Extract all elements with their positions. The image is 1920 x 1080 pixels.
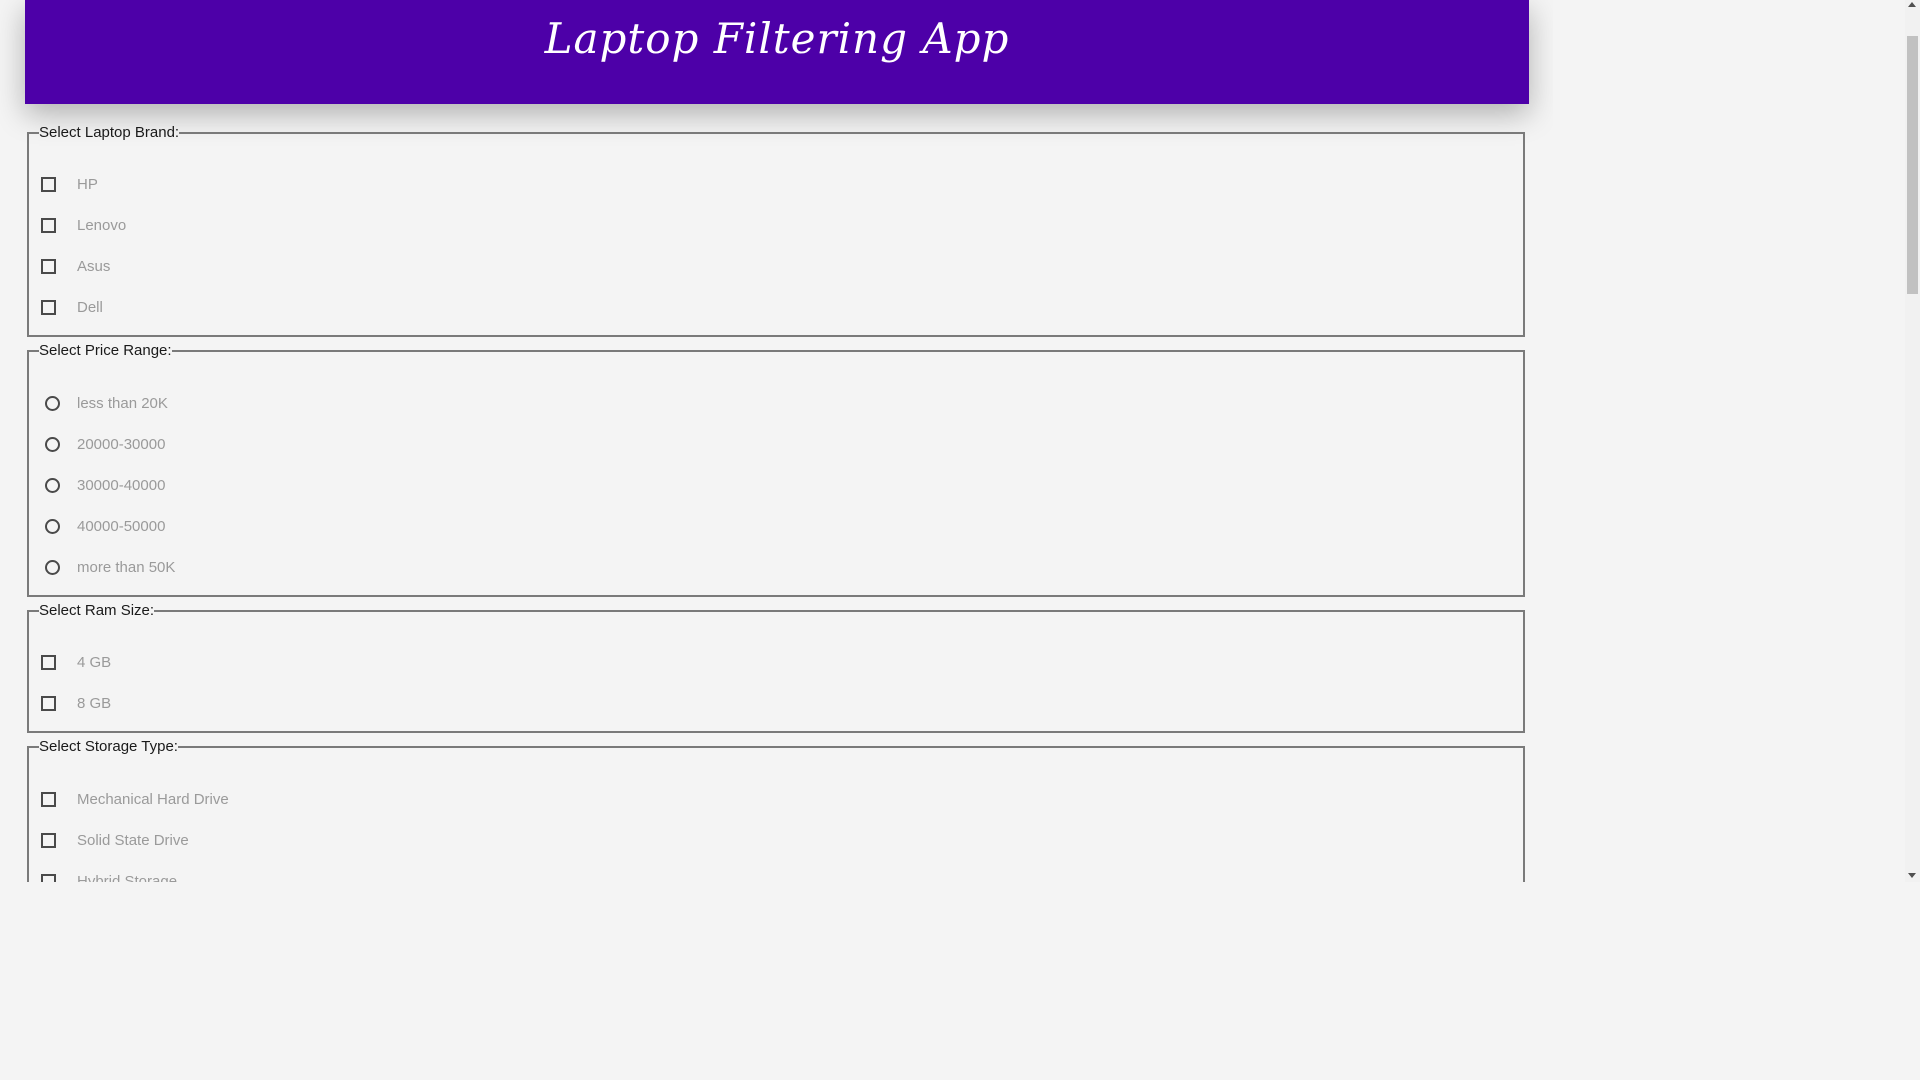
scroll-down-arrow-icon[interactable] [1908, 873, 1916, 878]
hybrid-label: Hybrid Storage [77, 872, 178, 883]
ram-option-4gb[interactable]: 4 GB [41, 652, 111, 672]
lt20k-label: less than 20K [77, 394, 168, 412]
8gb-label: 8 GB [77, 694, 112, 712]
40-50k-label: 40000-50000 [77, 517, 166, 535]
30-40k-label: 30000-40000 [77, 476, 166, 494]
price-option-30-40k[interactable]: 30000-40000 [41, 475, 165, 495]
20-30k-radio[interactable] [45, 436, 60, 452]
brand-option-asus[interactable]: Asus [41, 256, 110, 276]
storage-option-hdd[interactable]: Mechanical Hard Drive [41, 789, 229, 809]
price-option-40-50k[interactable]: 40000-50000 [41, 516, 165, 536]
price-option-lt20k[interactable]: less than 20K [41, 393, 168, 413]
price-fieldset: Select Price Range: less than 20K 20000-… [27, 342, 1525, 597]
ram-fieldset: Select Ram Size: 4 GB 8 GB [27, 602, 1525, 733]
ram-option-8gb[interactable]: 8 GB [41, 693, 111, 713]
storage-option-hybrid[interactable]: Hybrid Storage [41, 871, 177, 882]
storage-legend: Select Storage Type: [39, 738, 178, 755]
20-30k-label: 20000-30000 [77, 435, 166, 453]
40-50k-radio[interactable] [45, 518, 60, 534]
4gb-label: 4 GB [77, 653, 112, 671]
brand-option-dell[interactable]: Dell [41, 297, 103, 317]
vertical-scrollbar[interactable] [1905, 0, 1920, 882]
page: Laptop Filtering App Select Laptop Brand… [0, 0, 1553, 882]
4gb-checkbox[interactable] [41, 654, 56, 670]
price-legend: Select Price Range: [39, 342, 172, 359]
ram-legend: Select Ram Size: [39, 602, 155, 619]
app-header: Laptop Filtering App [25, 0, 1529, 104]
scroll-up-arrow-icon[interactable] [1908, 2, 1916, 7]
dell-label: Dell [77, 298, 103, 316]
brand-option-hp[interactable]: HP [41, 174, 98, 194]
asus-label: Asus [77, 257, 111, 275]
lt20k-radio[interactable] [45, 395, 60, 411]
price-option-20-30k[interactable]: 20000-30000 [41, 434, 165, 454]
brand-option-lenovo[interactable]: Lenovo [41, 215, 126, 235]
lenovo-checkbox[interactable] [41, 217, 56, 233]
scroll-thumb[interactable] [1907, 36, 1918, 294]
hdd-checkbox[interactable] [41, 791, 56, 807]
storage-fieldset: Select Storage Type: Mechanical Hard Dri… [27, 738, 1525, 882]
brand-legend: Select Laptop Brand: [39, 124, 180, 141]
30-40k-radio[interactable] [45, 477, 60, 493]
hp-label: HP [77, 175, 98, 193]
price-option-gt50k[interactable]: more than 50K [41, 557, 175, 577]
lenovo-label: Lenovo [77, 216, 127, 234]
storage-option-ssd[interactable]: Solid State Drive [41, 830, 189, 850]
gt50k-radio[interactable] [45, 559, 60, 575]
8gb-checkbox[interactable] [41, 695, 56, 711]
asus-checkbox[interactable] [41, 258, 56, 274]
hp-checkbox[interactable] [41, 176, 56, 192]
ssd-checkbox[interactable] [41, 832, 56, 848]
app-title: Laptop Filtering App [544, 13, 1010, 63]
hdd-label: Mechanical Hard Drive [77, 790, 229, 808]
dell-checkbox[interactable] [41, 299, 56, 315]
gt50k-label: more than 50K [77, 558, 176, 576]
hybrid-checkbox[interactable] [41, 873, 56, 882]
ssd-label: Solid State Drive [77, 831, 189, 849]
brand-fieldset: Select Laptop Brand: HP Lenovo Asus Dell [27, 124, 1525, 337]
